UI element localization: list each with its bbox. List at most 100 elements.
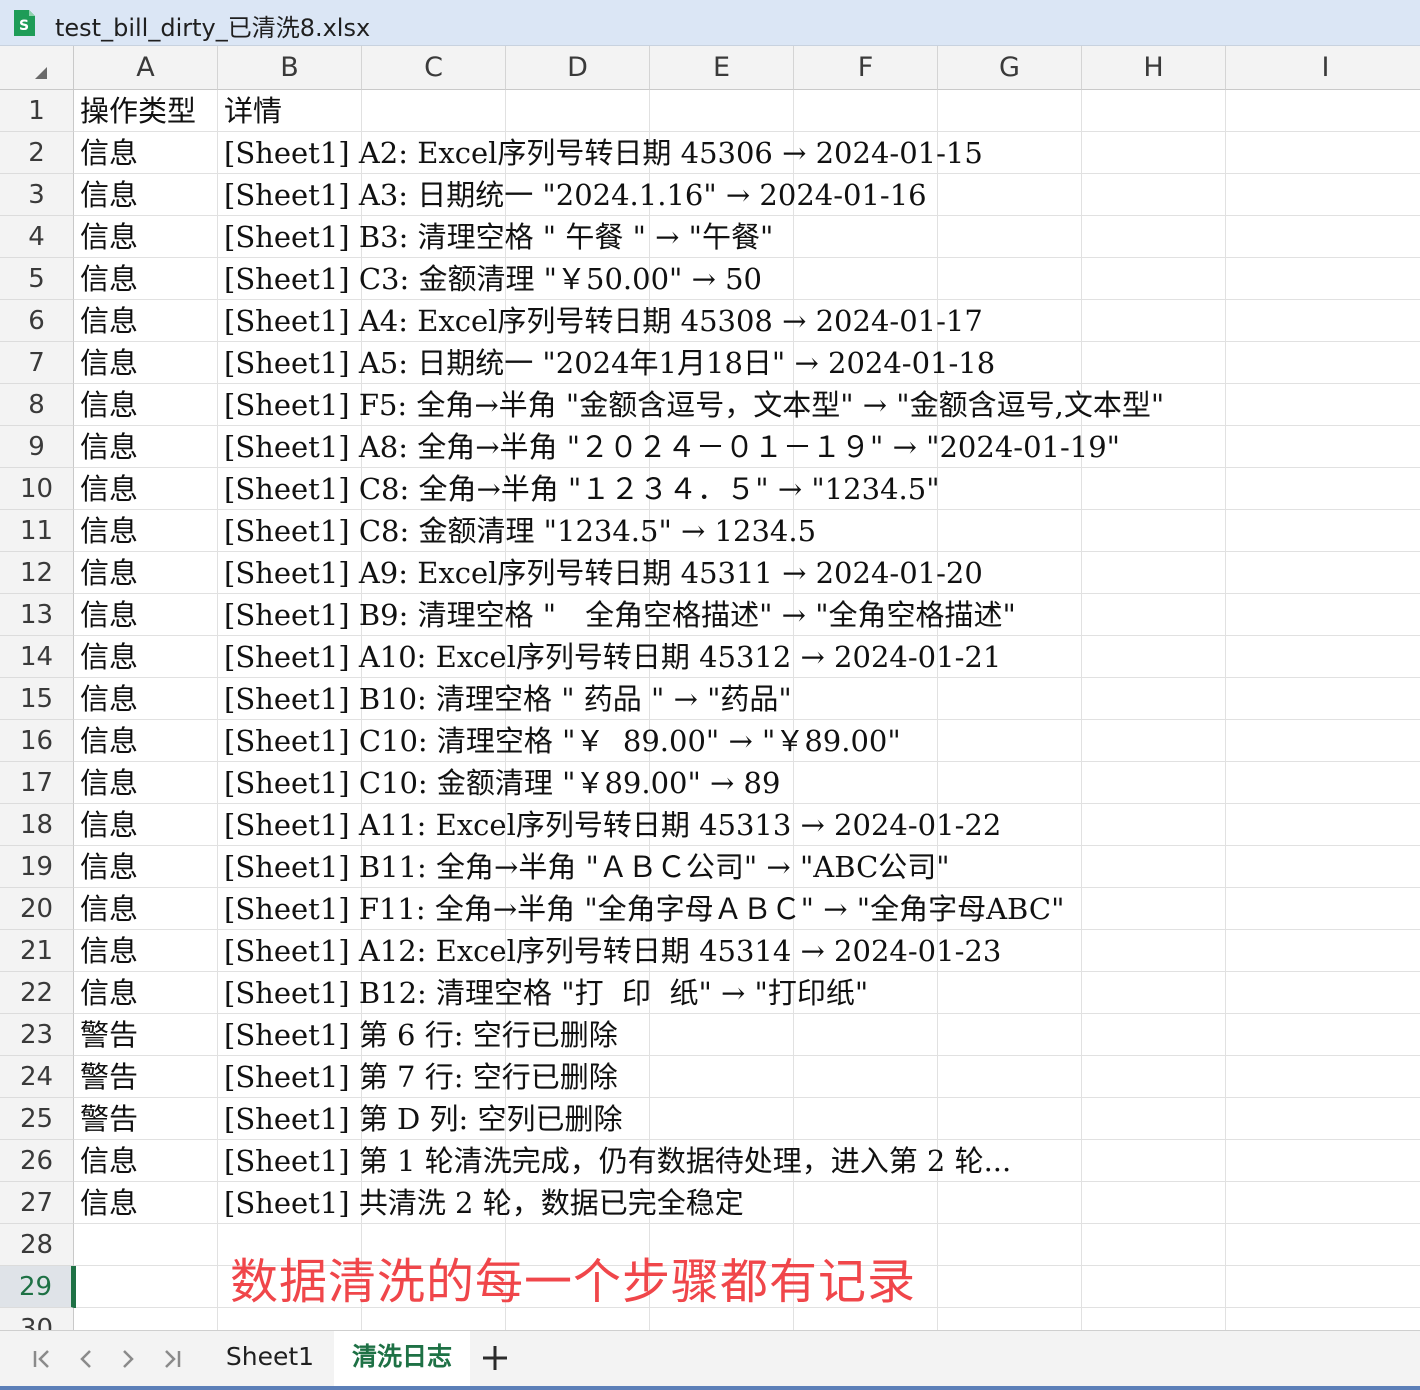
cell-b21[interactable]: [Sheet1] A12: Excel序列号转日期 45314 → 2024-0… bbox=[224, 930, 1001, 972]
column-header-i[interactable]: I bbox=[1226, 46, 1420, 90]
row-header-12[interactable]: 12 bbox=[0, 552, 74, 594]
cell-a13[interactable]: 信息 bbox=[80, 594, 218, 636]
cell-b5[interactable]: [Sheet1] C3: 金额清理 "￥50.00" → 50 bbox=[224, 258, 762, 300]
row-header-11[interactable]: 11 bbox=[0, 510, 74, 552]
select-all-corner[interactable] bbox=[0, 46, 74, 90]
row-header-10[interactable]: 10 bbox=[0, 468, 74, 510]
row-header-15[interactable]: 15 bbox=[0, 678, 74, 720]
sheet-tab-sheet1[interactable]: Sheet1 bbox=[208, 1331, 332, 1389]
row-header-30[interactable]: 30 bbox=[0, 1308, 74, 1330]
row-header-28[interactable]: 28 bbox=[0, 1224, 74, 1266]
cell-b1[interactable]: 详情 bbox=[224, 90, 282, 132]
cell-b27[interactable]: [Sheet1] 共清洗 2 轮，数据已完全稳定 bbox=[224, 1182, 744, 1224]
cell-a2[interactable]: 信息 bbox=[80, 132, 218, 174]
cell-a21[interactable]: 信息 bbox=[80, 930, 218, 972]
cell-b23[interactable]: [Sheet1] 第 6 行: 空行已删除 bbox=[224, 1014, 618, 1056]
cell-b12[interactable]: [Sheet1] A9: Excel序列号转日期 45311 → 2024-01… bbox=[224, 552, 983, 594]
cell-a18[interactable]: 信息 bbox=[80, 804, 218, 846]
cell-b26[interactable]: [Sheet1] 第 1 轮清洗完成，仍有数据待处理，进入第 2 轮... bbox=[224, 1140, 1011, 1182]
cell-b19[interactable]: [Sheet1] B11: 全角→半角 "ＡＢＣ公司" → "ABC公司" bbox=[224, 846, 950, 888]
row-header-18[interactable]: 18 bbox=[0, 804, 74, 846]
cell-a27[interactable]: 信息 bbox=[80, 1182, 218, 1224]
cell-b17[interactable]: [Sheet1] C10: 金额清理 "￥89.00" → 89 bbox=[224, 762, 780, 804]
column-header-c[interactable]: C bbox=[362, 46, 506, 90]
cell-b18[interactable]: [Sheet1] A11: Excel序列号转日期 45313 → 2024-0… bbox=[224, 804, 1001, 846]
column-header-a[interactable]: A bbox=[74, 46, 218, 90]
cell-b10[interactable]: [Sheet1] C8: 全角→半角 "１２３４．５" → "1234.5" bbox=[224, 468, 940, 510]
cell-a12[interactable]: 信息 bbox=[80, 552, 218, 594]
next-sheet-nav-icon[interactable] bbox=[112, 1343, 144, 1375]
column-header-e[interactable]: E bbox=[650, 46, 794, 90]
cell-b3[interactable]: [Sheet1] A3: 日期统一 "2024.1.16" → 2024-01-… bbox=[224, 174, 927, 216]
row-header-2[interactable]: 2 bbox=[0, 132, 74, 174]
cell-a1[interactable]: 操作类型 bbox=[80, 90, 218, 132]
last-sheet-nav-icon[interactable] bbox=[156, 1343, 188, 1375]
row-header-20[interactable]: 20 bbox=[0, 888, 74, 930]
column-header-g[interactable]: G bbox=[938, 46, 1082, 90]
spreadsheet-grid[interactable]: ABCDEFGHI 1 2 3 4 5 6 7 8 9 10 11 12 13 14 15 16 17 18 19 2… bbox=[0, 46, 1420, 1330]
row-header-16[interactable]: 16 bbox=[0, 720, 74, 762]
cell-b7[interactable]: [Sheet1] A5: 日期统一 "2024年1月18日" → 2024-01… bbox=[224, 342, 995, 384]
row-header-6[interactable]: 6 bbox=[0, 300, 74, 342]
row-header-25[interactable]: 25 bbox=[0, 1098, 74, 1140]
cell-a29[interactable] bbox=[80, 1266, 218, 1308]
cell-a6[interactable]: 信息 bbox=[80, 300, 218, 342]
cell-a7[interactable]: 信息 bbox=[80, 342, 218, 384]
cell-b2[interactable]: [Sheet1] A2: Excel序列号转日期 45306 → 2024-01… bbox=[224, 132, 983, 174]
cell-a30[interactable] bbox=[80, 1308, 218, 1330]
row-header-1[interactable]: 1 bbox=[0, 90, 74, 132]
cell-b14[interactable]: [Sheet1] A10: Excel序列号转日期 45312 → 2024-0… bbox=[224, 636, 1001, 678]
cell-area[interactable]: 操作类型 详情 信息 [Sheet1] A2: Excel序列号转日期 45306 →… bbox=[74, 90, 1420, 1330]
cell-a5[interactable]: 信息 bbox=[80, 258, 218, 300]
cell-a20[interactable]: 信息 bbox=[80, 888, 218, 930]
row-header-29[interactable]: 29 bbox=[0, 1266, 74, 1308]
cell-a14[interactable]: 信息 bbox=[80, 636, 218, 678]
column-header-b[interactable]: B bbox=[218, 46, 362, 90]
cell-b20[interactable]: [Sheet1] F11: 全角→半角 "全角字母ＡＢＣ" → "全角字母ABC… bbox=[224, 888, 1064, 930]
cell-a23[interactable]: 警告 bbox=[80, 1014, 218, 1056]
cell-b4[interactable]: [Sheet1] B3: 清理空格 " 午餐 " → "午餐" bbox=[224, 216, 773, 258]
cell-b11[interactable]: [Sheet1] C8: 金额清理 "1234.5" → 1234.5 bbox=[224, 510, 816, 552]
cell-a16[interactable]: 信息 bbox=[80, 720, 218, 762]
column-header-d[interactable]: D bbox=[506, 46, 650, 90]
cell-b24[interactable]: [Sheet1] 第 7 行: 空行已删除 bbox=[224, 1056, 618, 1098]
row-header-19[interactable]: 19 bbox=[0, 846, 74, 888]
row-header-26[interactable]: 26 bbox=[0, 1140, 74, 1182]
row-header-4[interactable]: 4 bbox=[0, 216, 74, 258]
row-header-24[interactable]: 24 bbox=[0, 1056, 74, 1098]
cell-a15[interactable]: 信息 bbox=[80, 678, 218, 720]
cell-a4[interactable]: 信息 bbox=[80, 216, 218, 258]
cell-a25[interactable]: 警告 bbox=[80, 1098, 218, 1140]
cell-a10[interactable]: 信息 bbox=[80, 468, 218, 510]
sheet-tab-cleaning-log[interactable]: 清洗日志 bbox=[334, 1331, 470, 1389]
prev-sheet-nav-icon[interactable] bbox=[70, 1343, 102, 1375]
row-header-23[interactable]: 23 bbox=[0, 1014, 74, 1056]
cell-b16[interactable]: [Sheet1] C10: 清理空格 "￥ 89.00" → "￥89.00" bbox=[224, 720, 901, 762]
row-header-27[interactable]: 27 bbox=[0, 1182, 74, 1224]
row-header-17[interactable]: 17 bbox=[0, 762, 74, 804]
add-sheet-plus-icon[interactable] bbox=[478, 1341, 512, 1375]
cell-b15[interactable]: [Sheet1] B10: 清理空格 " 药品 " → "药品" bbox=[224, 678, 792, 720]
cell-a3[interactable]: 信息 bbox=[80, 174, 218, 216]
cell-b8[interactable]: [Sheet1] F5: 全角→半角 "金额含逗号，文本型" → "金额含逗号,… bbox=[224, 384, 1164, 426]
cell-b22[interactable]: [Sheet1] B12: 清理空格 "打 印 纸" → "打印纸" bbox=[224, 972, 868, 1014]
cell-a22[interactable]: 信息 bbox=[80, 972, 218, 1014]
cell-a11[interactable]: 信息 bbox=[80, 510, 218, 552]
cell-a28[interactable] bbox=[80, 1224, 218, 1266]
cell-b13[interactable]: [Sheet1] B9: 清理空格 " 全角空格描述" → "全角空格描述" bbox=[224, 594, 1016, 636]
row-header-22[interactable]: 22 bbox=[0, 972, 74, 1014]
cell-b9[interactable]: [Sheet1] A8: 全角→半角 "２０２４－０１－１９" → "2024-… bbox=[224, 426, 1120, 468]
row-header-7[interactable]: 7 bbox=[0, 342, 74, 384]
cell-a19[interactable]: 信息 bbox=[80, 846, 218, 888]
row-header-14[interactable]: 14 bbox=[0, 636, 74, 678]
row-header-8[interactable]: 8 bbox=[0, 384, 74, 426]
first-sheet-nav-icon[interactable] bbox=[26, 1343, 58, 1375]
row-header-21[interactable]: 21 bbox=[0, 930, 74, 972]
cell-b25[interactable]: [Sheet1] 第 D 列: 空列已删除 bbox=[224, 1098, 623, 1140]
cell-a26[interactable]: 信息 bbox=[80, 1140, 218, 1182]
row-header-9[interactable]: 9 bbox=[0, 426, 74, 468]
column-header-f[interactable]: F bbox=[794, 46, 938, 90]
cell-a17[interactable]: 信息 bbox=[80, 762, 218, 804]
row-header-3[interactable]: 3 bbox=[0, 174, 74, 216]
row-header-5[interactable]: 5 bbox=[0, 258, 74, 300]
